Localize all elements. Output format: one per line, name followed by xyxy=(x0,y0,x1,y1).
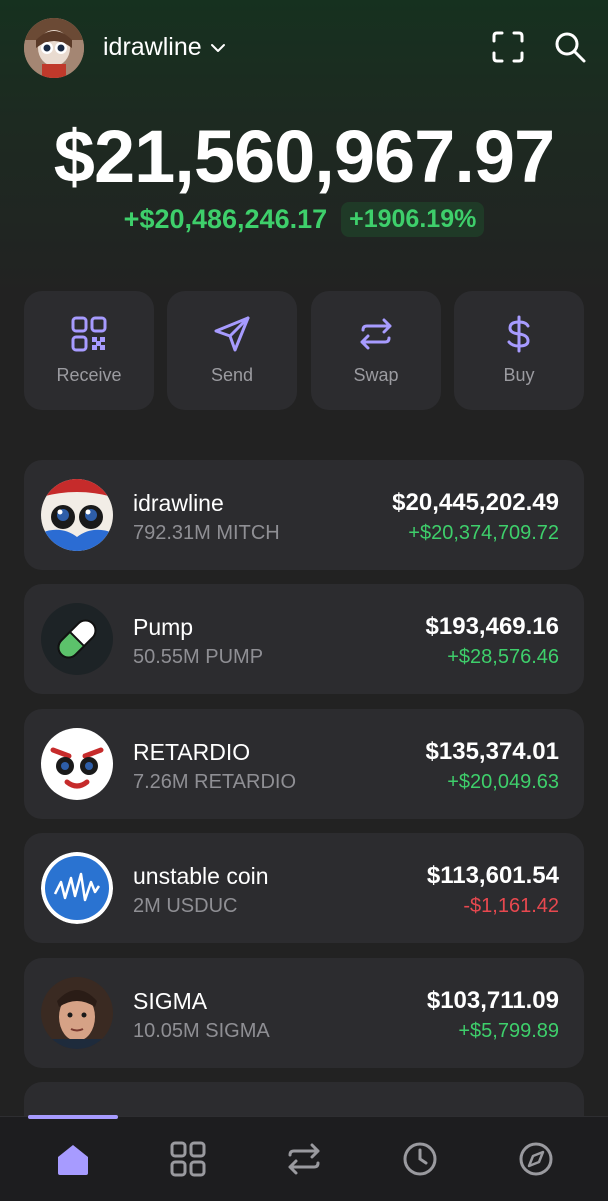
token-name: SIGMA xyxy=(133,988,208,1014)
swap-icon xyxy=(360,318,392,350)
token-logo-mitch xyxy=(41,479,113,551)
search-icon[interactable] xyxy=(553,30,587,64)
token-quantity: 10.05M SIGMA xyxy=(133,1020,270,1042)
action-buttons: Receive Send Swap Buy xyxy=(24,291,584,410)
username-label: idrawline xyxy=(103,33,202,61)
token-value: $193,469.16 xyxy=(425,613,559,640)
token-value: $103,711.09 xyxy=(426,987,559,1014)
header: idrawline xyxy=(0,0,608,100)
home-icon[interactable] xyxy=(53,1139,93,1179)
token-name: idrawline xyxy=(133,490,224,516)
token-logo-pump xyxy=(41,603,113,675)
token-row-pump[interactable]: Pump 50.55M PUMP $193,469.16 +$28,576.46 xyxy=(24,584,584,694)
token-value: $20,445,202.49 xyxy=(392,489,559,516)
avatar[interactable] xyxy=(24,18,84,78)
buy-label: Buy xyxy=(503,365,535,385)
token-row-sigma[interactable]: SIGMA 10.05M SIGMA $103,711.09 +$5,799.8… xyxy=(24,958,584,1068)
send-label: Send xyxy=(210,365,254,385)
token-quantity: 792.31M MITCH xyxy=(133,522,280,544)
token-change: +$5,799.89 xyxy=(458,1020,559,1042)
token-quantity: 7.26M RETARDIO xyxy=(133,771,296,793)
chevron-down-icon xyxy=(210,43,225,52)
token-quantity: 2M USDUC xyxy=(133,895,238,917)
token-row-retardio[interactable]: RETARDIO 7.26M RETARDIO $135,374.01 +$20… xyxy=(24,709,584,819)
swap-tab-icon[interactable] xyxy=(284,1139,324,1179)
token-change: -$1,161.42 xyxy=(463,895,559,917)
qr-code-icon xyxy=(71,316,107,352)
account-switcher[interactable]: idrawline xyxy=(103,33,228,62)
active-tab-indicator xyxy=(28,1115,118,1119)
scan-icon[interactable] xyxy=(491,30,525,64)
token-value: $135,374.01 xyxy=(425,738,559,765)
token-row-unstable-coin[interactable]: unstable coin 2M USDUC $113,601.54 -$1,1… xyxy=(24,833,584,943)
token-name: RETARDIO xyxy=(133,739,251,765)
history-icon[interactable] xyxy=(400,1139,440,1179)
token-change: +$20,374,709.72 xyxy=(408,522,559,544)
token-quantity: 50.55M PUMP xyxy=(133,646,264,668)
token-logo-sigma xyxy=(41,977,113,1049)
total-balance: $21,560,967.97 xyxy=(53,115,555,198)
send-icon xyxy=(214,316,250,352)
collectibles-icon[interactable] xyxy=(168,1139,208,1179)
token-logo-usduc xyxy=(41,852,113,924)
receive-label: Receive xyxy=(56,365,122,385)
change-percent-badge: +1906.19% xyxy=(341,202,485,237)
balance-change: +$20,486,246.17 +1906.19% xyxy=(0,202,608,237)
dollar-icon xyxy=(507,315,530,353)
token-name: unstable coin xyxy=(133,863,269,889)
token-change: +$20,049.63 xyxy=(447,771,559,793)
token-name: Pump xyxy=(133,614,194,640)
buy-button[interactable]: Buy xyxy=(454,291,584,410)
swap-button[interactable]: Swap xyxy=(311,291,441,410)
send-button[interactable]: Send xyxy=(167,291,297,410)
receive-button[interactable]: Receive xyxy=(24,291,154,410)
change-amount: +$20,486,246.17 xyxy=(123,204,328,234)
token-value: $113,601.54 xyxy=(426,862,559,889)
bottom-tab-bar xyxy=(0,1115,608,1201)
swap-label: Swap xyxy=(353,365,399,385)
token-change: +$28,576.46 xyxy=(447,646,559,668)
token-logo-retardio xyxy=(41,728,113,800)
explore-icon[interactable] xyxy=(516,1139,556,1179)
token-row-idrawline[interactable]: idrawline 792.31M MITCH $20,445,202.49 +… xyxy=(24,460,584,570)
